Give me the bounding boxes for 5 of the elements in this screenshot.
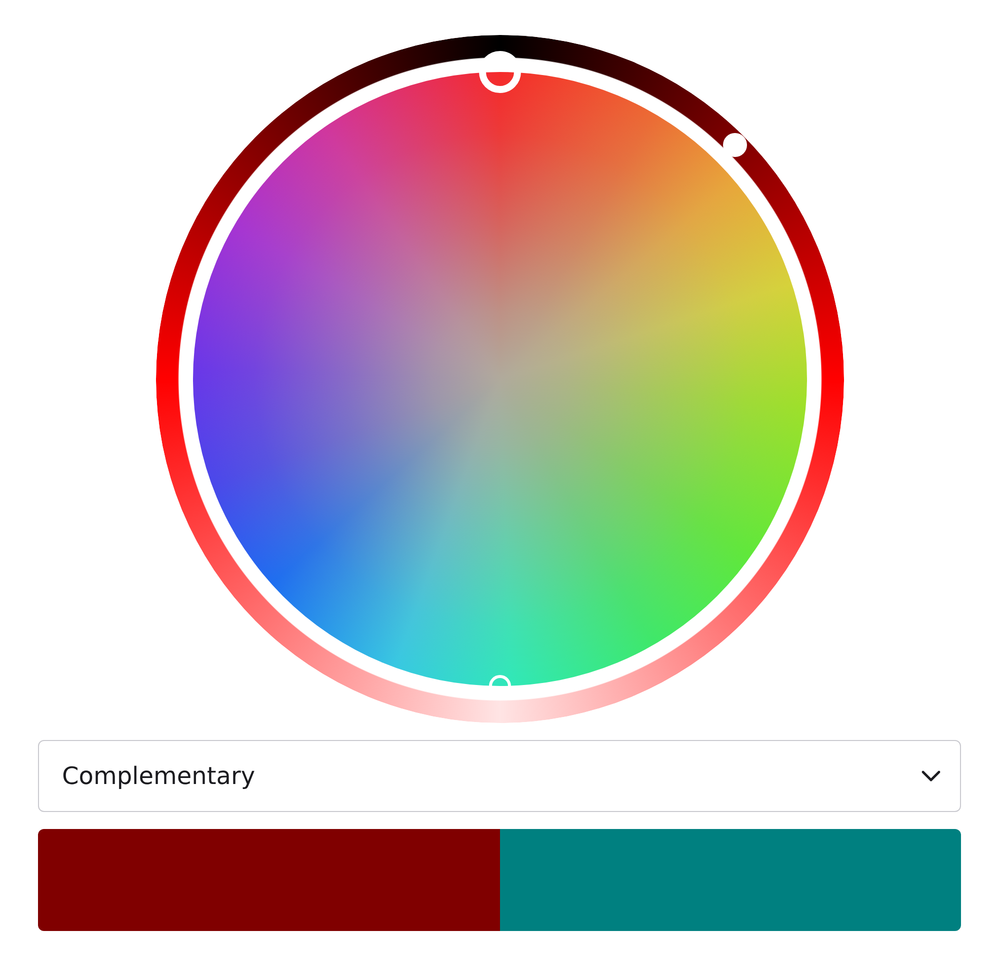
brightness-ring[interactable]	[156, 35, 844, 723]
chevron-down-icon	[921, 770, 941, 782]
hue-handle[interactable]	[478, 51, 520, 93]
harmony-dropdown[interactable]: Complementary	[38, 740, 961, 812]
brightness-handle[interactable]	[723, 132, 748, 157]
